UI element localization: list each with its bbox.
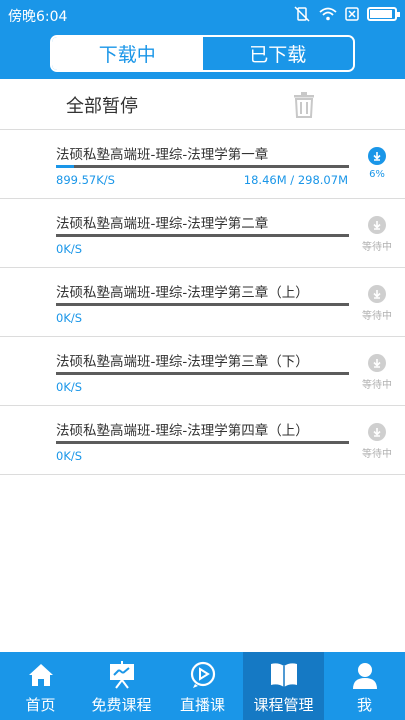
download-speed: 0K/S bbox=[56, 242, 83, 256]
wifi-icon bbox=[319, 7, 337, 21]
status-icons bbox=[293, 6, 400, 22]
tab-label: 免费课程 bbox=[91, 696, 152, 714]
download-title: 法硕私塾高端班-理综-法理学第四章（上） bbox=[56, 423, 309, 439]
book-icon bbox=[270, 663, 297, 687]
download-progress-bar bbox=[56, 234, 349, 237]
download-title: 法硕私塾高端班-理综-法理学第二章 bbox=[56, 216, 269, 232]
download-title: 法硕私塾高端班-理综-法理学第三章（下） bbox=[56, 354, 309, 370]
download-size: 18.46M / 298.07M bbox=[243, 173, 348, 187]
download-segmented-control: 下载中 已下载 bbox=[50, 35, 355, 72]
tab-home[interactable]: 首页 bbox=[0, 652, 81, 720]
download-arrow-icon[interactable] bbox=[368, 216, 386, 234]
download-progress-bar bbox=[56, 441, 349, 444]
tab-label: 我 bbox=[356, 696, 372, 714]
download-title: 法硕私塾高端班-理综-法理学第三章（上） bbox=[56, 285, 309, 301]
download-status: 等待中 bbox=[362, 380, 392, 391]
download-item[interactable]: 法硕私塾高端班-理综-法理学第四章（上） 0K/S 等待中 bbox=[0, 406, 405, 475]
download-arrow-icon[interactable] bbox=[368, 354, 386, 372]
home-icon bbox=[28, 664, 53, 686]
tab-downloaded[interactable]: 已下载 bbox=[202, 37, 353, 70]
download-arrow-icon[interactable] bbox=[368, 423, 386, 441]
download-progress-fill bbox=[56, 165, 74, 168]
download-speed: 0K/S bbox=[56, 311, 83, 325]
download-progress-bar bbox=[56, 372, 349, 375]
tab-live-classes[interactable]: 直播课 bbox=[162, 652, 243, 720]
person-icon bbox=[352, 663, 377, 689]
download-item[interactable]: 法硕私塾高端班-理综-法理学第三章（下） 0K/S 等待中 bbox=[0, 337, 405, 406]
status-time: 傍晚6:04 bbox=[8, 9, 68, 25]
download-item[interactable]: 法硕私塾高端班-理综-法理学第一章 899.57K/S 18.46M / 298… bbox=[0, 130, 405, 199]
download-speed: 899.57K/S bbox=[56, 173, 115, 187]
download-item[interactable]: 法硕私塾高端班-理综-法理学第二章 0K/S 等待中 bbox=[0, 199, 405, 268]
vibrate-off-icon bbox=[294, 6, 310, 22]
download-arrow-icon[interactable] bbox=[368, 285, 386, 303]
download-progress-bar bbox=[56, 165, 349, 168]
tab-downloading[interactable]: 下载中 bbox=[52, 37, 203, 70]
trash-icon[interactable] bbox=[293, 92, 315, 118]
download-toolbar: 全部暂停 bbox=[0, 79, 405, 130]
download-status: 6% bbox=[369, 169, 385, 180]
tab-free-courses[interactable]: 免费课程 bbox=[81, 652, 162, 720]
tab-label: 课程管理 bbox=[253, 696, 314, 714]
sim-off-icon bbox=[345, 7, 359, 21]
bottom-tab-bar: 首页 免费课程 直播课 课程管理 我 bbox=[0, 652, 405, 720]
status-bar: 傍晚6:04 bbox=[0, 0, 405, 30]
download-status: 等待中 bbox=[362, 449, 392, 460]
download-arrow-icon[interactable] bbox=[368, 147, 386, 165]
download-list: 法硕私塾高端班-理综-法理学第一章 899.57K/S 18.46M / 298… bbox=[0, 130, 405, 475]
download-title: 法硕私塾高端班-理综-法理学第一章 bbox=[56, 147, 269, 163]
pause-all-button[interactable]: 全部暂停 bbox=[66, 92, 138, 118]
download-speed: 0K/S bbox=[56, 449, 83, 463]
battery-icon bbox=[367, 7, 400, 21]
play-icon bbox=[190, 661, 215, 688]
tab-label: 直播课 bbox=[179, 696, 225, 714]
tab-course-management[interactable]: 课程管理 bbox=[243, 652, 324, 720]
download-progress-bar bbox=[56, 303, 349, 306]
tab-label: 首页 bbox=[25, 696, 56, 714]
presentation-icon bbox=[109, 661, 134, 689]
header: 傍晚6:04 下载中 已下载 bbox=[0, 0, 405, 79]
download-item[interactable]: 法硕私塾高端班-理综-法理学第三章（上） 0K/S 等待中 bbox=[0, 268, 405, 337]
download-status: 等待中 bbox=[362, 311, 392, 322]
download-speed: 0K/S bbox=[56, 380, 83, 394]
tab-me[interactable]: 我 bbox=[324, 652, 405, 720]
download-status: 等待中 bbox=[362, 242, 392, 253]
